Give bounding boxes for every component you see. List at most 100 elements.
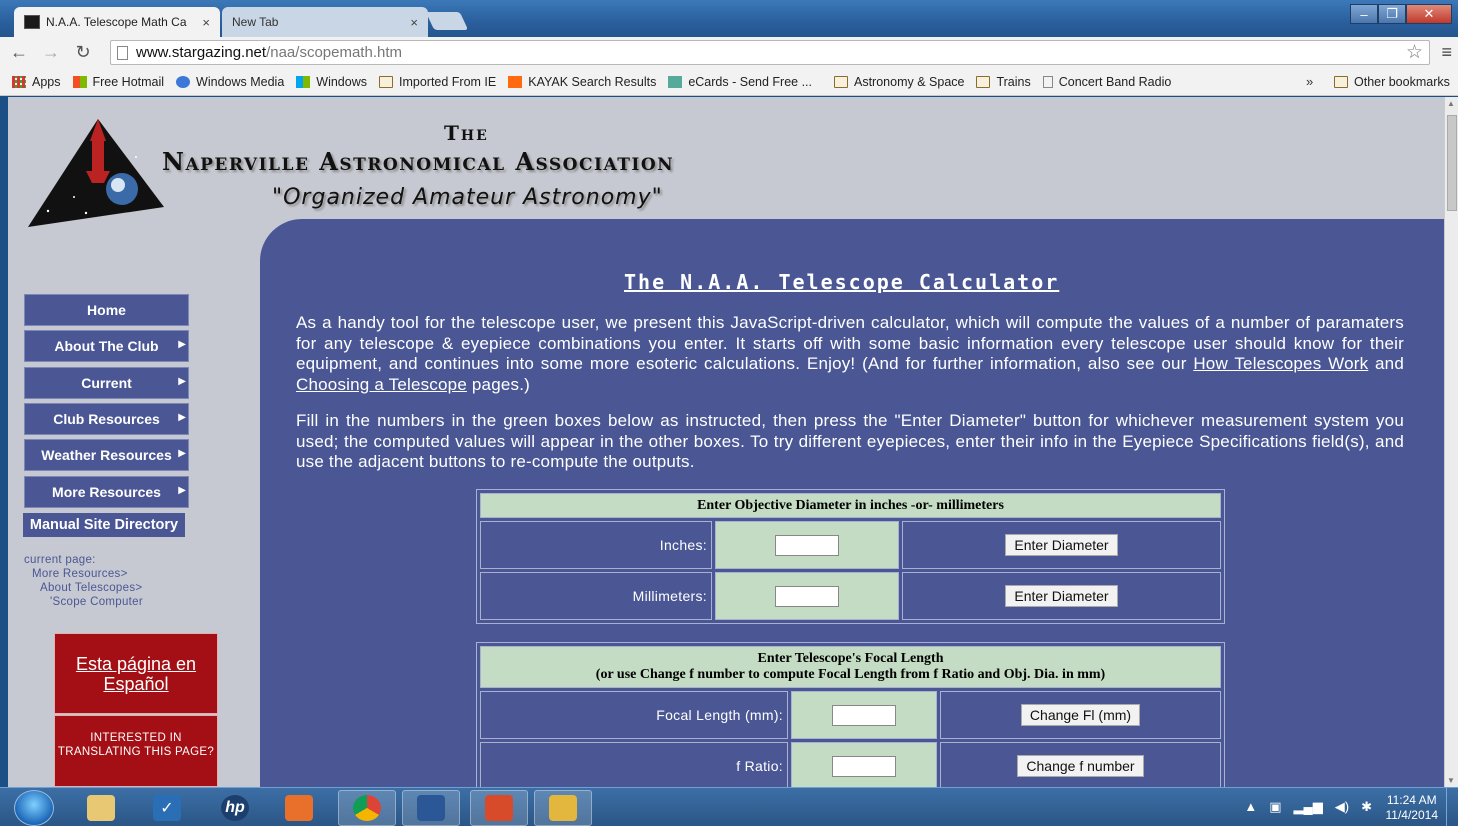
tab-close-icon[interactable]: × — [410, 15, 418, 30]
browser-titlebar: N.A.A. Telescope Math Ca × New Tab × – ❐… — [0, 0, 1458, 37]
nav-club-resources[interactable]: Club Resources ▶ — [24, 403, 189, 435]
hp-icon: hp — [221, 795, 249, 821]
msn-icon — [72, 75, 87, 88]
page-icon — [117, 45, 128, 60]
taskbar-media-player[interactable] — [270, 790, 328, 826]
back-arrow-icon[interactable]: ← — [6, 40, 32, 66]
volume-icon[interactable]: ◀) — [1335, 799, 1349, 815]
inches-input[interactable] — [775, 534, 839, 556]
taskbar-chrome[interactable] — [338, 790, 396, 826]
url-path: /naa/scopemath.htm — [266, 44, 402, 61]
table-header-line1: Enter Telescope's Focal Length — [757, 651, 944, 666]
taskbar-checkmark[interactable]: ✓ — [138, 790, 196, 826]
table-header: Enter Telescope's Focal Length (or use C… — [480, 646, 1221, 688]
nav-manual-site-directory[interactable]: Manual Site Directory — [22, 512, 186, 538]
scroll-down-icon[interactable]: ▼ — [1447, 776, 1455, 785]
chrome-menu-icon[interactable]: ≡ — [1441, 42, 1452, 63]
security-icon[interactable]: ✱ — [1361, 799, 1372, 815]
checkmark-app-icon: ✓ — [153, 795, 181, 821]
enter-diameter-mm-button[interactable]: Enter Diameter — [1005, 585, 1118, 607]
device-icon[interactable]: ▣ — [1269, 799, 1281, 815]
tab-new-tab[interactable]: New Tab × — [222, 7, 428, 37]
bookmarks-bar: Apps Free Hotmail Windows Media Windows … — [0, 68, 1458, 96]
bookmark-concert-band-radio[interactable]: Concert Band Radio — [1042, 75, 1171, 89]
address-bar[interactable]: www.stargazing.net/naa/scopemath.htm ☆ — [110, 40, 1430, 65]
inches-cell — [715, 521, 899, 569]
submenu-arrow-icon: ▶ — [178, 339, 186, 350]
bookmark-kayak[interactable]: KAYAK Search Results — [508, 75, 656, 89]
nav-weather-resources[interactable]: Weather Resources ▶ — [24, 439, 189, 471]
bookmark-imported-from-ie[interactable]: Imported From IE — [379, 75, 496, 89]
folder-icon — [1334, 76, 1348, 88]
windows-start-icon[interactable] — [14, 790, 54, 826]
forward-arrow-icon[interactable]: → — [38, 40, 64, 66]
naa-favicon-icon — [24, 15, 40, 29]
translate-note[interactable]: INTERESTED IN TRANSLATING THIS PAGE? — [54, 715, 218, 787]
close-window-icon[interactable]: ✕ — [1406, 4, 1452, 24]
network-signal-icon[interactable]: ▂▄▆ — [1294, 799, 1323, 815]
choosing-a-telescope-link[interactable]: Choosing a Telescope — [296, 375, 467, 394]
breadcrumb-item: 'Scope Computer — [50, 596, 143, 608]
nav-home[interactable]: Home — [24, 294, 189, 326]
bookmark-free-hotmail[interactable]: Free Hotmail — [72, 75, 164, 89]
scrollbar-thumb[interactable] — [1447, 115, 1457, 211]
table-header-line2: (or use Change f number to compute Focal… — [595, 667, 1106, 682]
page-scrollbar[interactable]: ▲ ▼ — [1444, 97, 1458, 787]
bookmark-windows[interactable]: Windows — [296, 75, 367, 89]
bookmark-apps[interactable]: Apps — [12, 75, 61, 89]
chrome-icon — [353, 795, 381, 821]
bookmark-astronomy-space[interactable]: Astronomy & Space — [834, 75, 964, 89]
system-tray: ▲ ▣ ▂▄▆ ◀) ✱ — [1244, 799, 1372, 815]
show-hidden-icons-icon[interactable]: ▲ — [1244, 799, 1257, 815]
bookmark-windows-media[interactable]: Windows Media — [176, 75, 284, 89]
nav-about-the-club[interactable]: About The Club ▶ — [24, 330, 189, 362]
reload-icon[interactable]: ↻ — [70, 40, 96, 66]
bookmarks-overflow-chevron[interactable]: » — [1306, 74, 1313, 89]
folder-icon — [379, 75, 393, 88]
nav-more-resources[interactable]: More Resources ▶ — [24, 476, 189, 508]
taskbar-outlook-calendar[interactable] — [470, 790, 528, 826]
folder-icon — [976, 75, 991, 88]
enter-diameter-inches-cell: Enter Diameter — [902, 521, 1221, 569]
restore-icon[interactable]: ❐ — [1378, 4, 1406, 24]
bookmark-other-bookmarks[interactable]: Other bookmarks — [1334, 68, 1450, 96]
enter-diameter-inches-button[interactable]: Enter Diameter — [1005, 534, 1118, 556]
tab-title: N.A.A. Telescope Math Ca — [46, 15, 187, 29]
page-title: The N.A.A. Telescope Calculator — [624, 270, 1060, 294]
tab-close-icon[interactable]: × — [202, 15, 210, 30]
taskbar-clock[interactable]: 11:24 AM 11/4/2014 — [1386, 793, 1439, 823]
url-host: www.stargazing.net — [136, 44, 267, 61]
media-player-icon — [285, 795, 313, 821]
f-ratio-input[interactable] — [832, 755, 896, 777]
focal-length-table: Enter Telescope's Focal Length (or use C… — [476, 642, 1225, 787]
show-desktop-button[interactable] — [1446, 788, 1458, 826]
nav-current[interactable]: Current ▶ — [24, 367, 189, 399]
scroll-up-icon[interactable]: ▲ — [1447, 99, 1455, 108]
millimeters-input[interactable] — [775, 585, 839, 607]
objective-diameter-table: Enter Objective Diameter in inches -or- … — [476, 489, 1225, 624]
breadcrumb-item: About Telescopes> — [40, 582, 143, 594]
focal-length-input[interactable] — [832, 704, 896, 726]
taskbar-outlook[interactable] — [534, 790, 592, 826]
minimize-icon[interactable]: – — [1350, 4, 1378, 24]
enter-diameter-mm-cell: Enter Diameter — [902, 572, 1221, 620]
change-fl-button[interactable]: Change Fl (mm) — [1020, 704, 1141, 726]
taskbar-hp[interactable]: hp — [206, 790, 264, 826]
folder-icon — [834, 75, 848, 88]
bookmark-trains[interactable]: Trains — [976, 75, 1031, 89]
submenu-arrow-icon: ▶ — [178, 376, 186, 387]
focal-length-label: Focal Length (mm): — [480, 691, 788, 739]
taskbar-explorer[interactable] — [72, 790, 130, 826]
how-telescopes-work-link[interactable]: How Telescopes Work — [1193, 354, 1368, 373]
millimeters-cell — [715, 572, 899, 620]
taskbar-word[interactable] — [402, 790, 460, 826]
new-tab-button[interactable] — [425, 12, 469, 30]
bookmark-ecards[interactable]: eCards - Send Free ... — [668, 75, 812, 89]
change-f-number-button[interactable]: Change f number — [1017, 755, 1144, 777]
submenu-arrow-icon: ▶ — [178, 412, 186, 423]
tab-naa-telescope-math[interactable]: N.A.A. Telescope Math Ca × — [14, 7, 220, 37]
spanish-version-link[interactable]: Esta página en Español — [55, 654, 217, 694]
clock-time: 11:24 AM — [1386, 793, 1437, 807]
table-header: Enter Objective Diameter in inches -or- … — [480, 493, 1221, 518]
bookmark-star-icon[interactable]: ☆ — [1406, 41, 1423, 64]
